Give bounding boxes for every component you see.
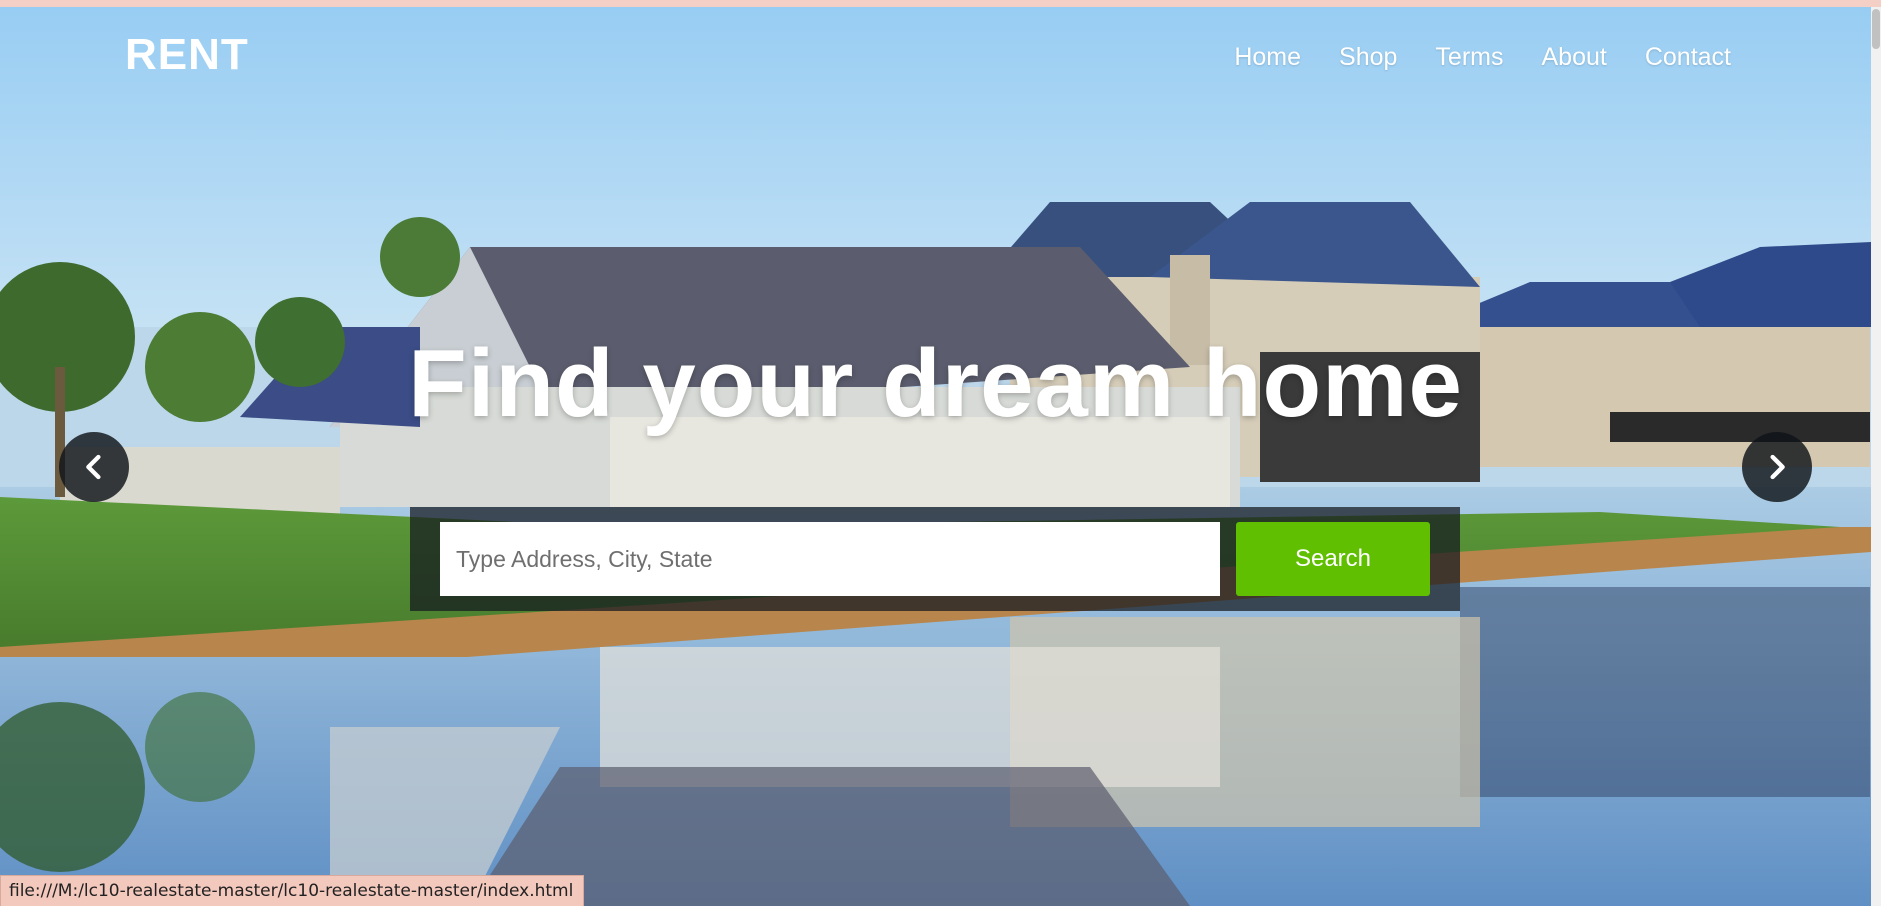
nav-about-link[interactable]: About (1541, 43, 1606, 72)
search-panel: Search (410, 507, 1460, 611)
nav-contact-link[interactable]: Contact (1645, 43, 1731, 72)
search-button[interactable]: Search (1236, 522, 1430, 596)
browser-top-strip (0, 0, 1881, 7)
scrollbar-thumb[interactable] (1872, 9, 1880, 49)
nav-terms-link[interactable]: Terms (1435, 43, 1503, 72)
page-scrollbar[interactable] (1871, 7, 1881, 906)
search-input[interactable] (440, 522, 1220, 596)
hero-headline: Find your dream home (408, 330, 1463, 437)
logo[interactable]: RENT (125, 30, 249, 80)
chevron-right-icon (1770, 454, 1785, 480)
main-nav: Home Shop Terms About Contact (1234, 43, 1731, 72)
nav-home-link[interactable]: Home (1234, 43, 1301, 72)
hero-section: RENT Home Shop Terms About Contact Find … (0, 7, 1871, 906)
nav-shop-link[interactable]: Shop (1339, 43, 1397, 72)
carousel-next-button[interactable] (1742, 432, 1812, 502)
carousel-prev-button[interactable] (59, 432, 129, 502)
hero-photo (0, 7, 1871, 906)
browser-status-bar: file:///M:/lc10-realestate-master/lc10-r… (0, 875, 585, 906)
chevron-left-icon (86, 454, 101, 480)
